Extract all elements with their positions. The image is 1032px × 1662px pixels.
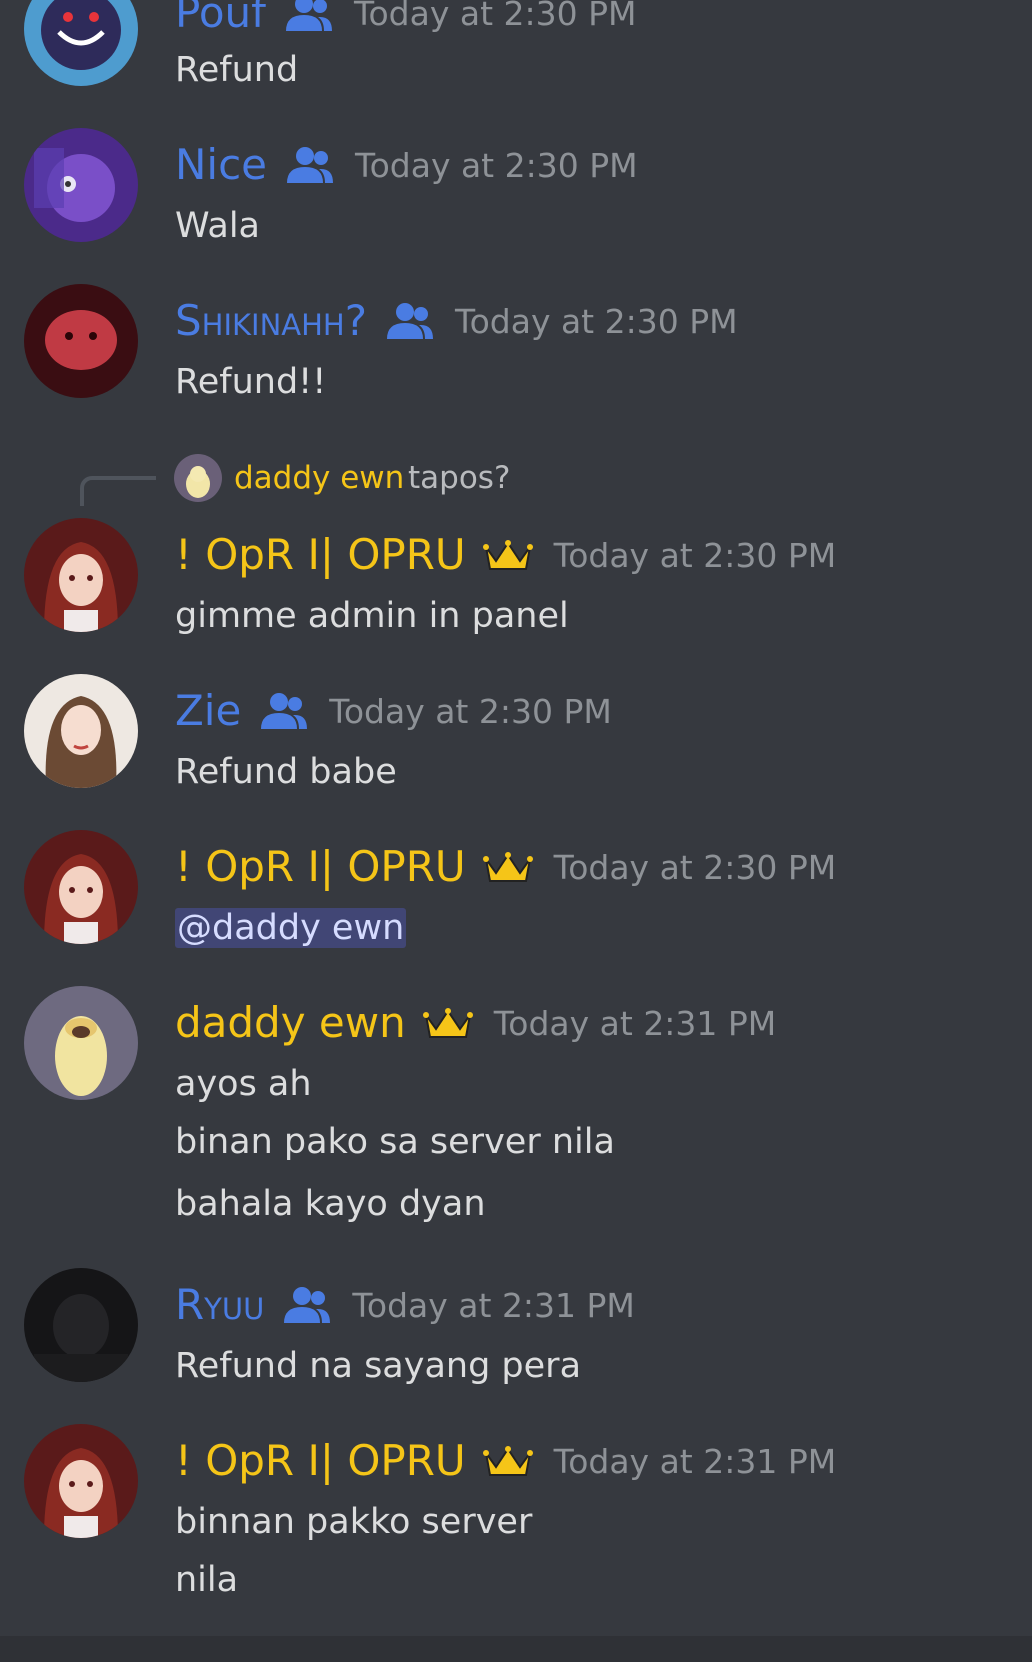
members-icon bbox=[282, 0, 334, 33]
message-text: Wala bbox=[175, 206, 260, 246]
author-name[interactable]: Shikinahh? bbox=[175, 296, 367, 346]
timestamp: Today at 2:30 PM bbox=[329, 691, 612, 731]
author-name[interactable]: Nice bbox=[175, 140, 267, 190]
message-text: binnan pakko server bbox=[175, 1502, 533, 1542]
avatar[interactable] bbox=[24, 1268, 138, 1382]
avatar[interactable] bbox=[24, 128, 138, 242]
avatar[interactable] bbox=[24, 830, 138, 944]
author-name[interactable]: ! OpR I| OPRU bbox=[175, 530, 466, 580]
message-text: Refund na sayang pera bbox=[175, 1346, 582, 1386]
reply-author[interactable]: daddy ewn bbox=[234, 456, 404, 500]
author-name[interactable]: daddy ewn bbox=[175, 998, 406, 1048]
message-text: @daddy ewn bbox=[175, 906, 407, 950]
message-text: Refund babe bbox=[175, 752, 397, 792]
crown-icon bbox=[482, 1441, 534, 1481]
avatar[interactable] bbox=[24, 518, 138, 632]
crown-icon bbox=[422, 1003, 474, 1043]
timestamp: Today at 2:31 PM bbox=[553, 1441, 837, 1481]
reply-avatar[interactable] bbox=[174, 454, 222, 502]
author-name[interactable]: Pouf bbox=[175, 0, 266, 38]
timestamp: Today at 2:30 PM bbox=[553, 847, 837, 887]
author-name[interactable]: ! OpR I| OPRU bbox=[175, 842, 466, 892]
timestamp: Today at 2:30 PM bbox=[553, 535, 837, 575]
members-icon bbox=[283, 145, 335, 185]
avatar[interactable] bbox=[24, 1424, 138, 1538]
timestamp: Today at 2:31 PM bbox=[493, 1003, 777, 1043]
message-text: bahala kayo dyan bbox=[175, 1184, 486, 1224]
author-name[interactable]: Ryuu bbox=[175, 1280, 264, 1330]
author-name[interactable]: Zie bbox=[175, 686, 241, 736]
reply-connector bbox=[80, 476, 156, 506]
crown-icon bbox=[482, 847, 534, 887]
reply-preview-text[interactable]: tapos? bbox=[408, 456, 510, 500]
avatar[interactable] bbox=[24, 284, 138, 398]
avatar[interactable] bbox=[24, 986, 138, 1100]
message-text: nila bbox=[175, 1560, 239, 1600]
timestamp: Today at 2:30 PM bbox=[355, 145, 638, 185]
message-text: Refund!! bbox=[175, 362, 327, 402]
message-text: gimme admin in panel bbox=[175, 596, 569, 636]
members-icon bbox=[280, 1285, 332, 1325]
crown-icon bbox=[482, 535, 534, 575]
members-icon bbox=[383, 301, 435, 341]
timestamp: Today at 2:30 PM bbox=[455, 301, 738, 341]
user-mention[interactable]: @daddy ewn bbox=[175, 908, 407, 948]
message-text: ayos ah bbox=[175, 1064, 312, 1104]
message-text: binan pako sa server nila bbox=[175, 1122, 615, 1162]
timestamp: Today at 2:30 PM bbox=[353, 0, 637, 33]
avatar[interactable] bbox=[24, 0, 138, 86]
members-icon bbox=[257, 691, 309, 731]
chat-message-list: Pouf Today at 2:30 PM Refund Nice Today … bbox=[0, 0, 1032, 1662]
avatar[interactable] bbox=[24, 674, 138, 788]
timestamp: Today at 2:31 PM bbox=[352, 1285, 635, 1325]
author-name[interactable]: ! OpR I| OPRU bbox=[175, 1436, 466, 1486]
message-text: Refund bbox=[175, 50, 299, 90]
bottom-bar bbox=[0, 1636, 1032, 1662]
